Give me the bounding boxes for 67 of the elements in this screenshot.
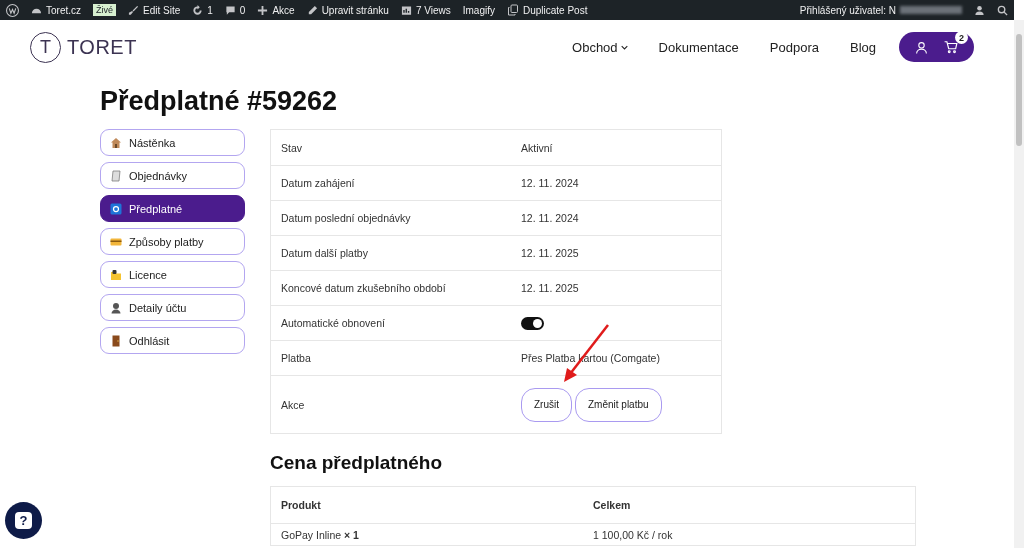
row-label: Datum další platby xyxy=(280,247,369,259)
row-value: 12. 11. 2025 xyxy=(521,247,579,259)
row-value: Aktivní xyxy=(521,141,553,154)
row-label: Akce xyxy=(280,398,306,411)
chart-icon xyxy=(400,4,412,16)
section-heading: Cena předplatného xyxy=(270,452,444,474)
house-icon xyxy=(110,136,122,149)
plus-icon xyxy=(257,4,269,16)
account-menu-item[interactable]: Objednávky xyxy=(100,162,245,189)
person-icon xyxy=(110,301,122,314)
refresh-icon xyxy=(192,4,204,16)
row-value: 12. 11. 2025 xyxy=(521,282,579,294)
account-menu-item[interactable]: Licence xyxy=(100,261,245,288)
action-button[interactable]: Zrušit xyxy=(521,387,572,422)
cart-icon[interactable] xyxy=(944,40,958,54)
pencil-icon xyxy=(306,4,318,16)
admin-bar-link[interactable]: Edit Site xyxy=(143,4,181,16)
door-icon xyxy=(110,334,122,347)
admin-bar-link[interactable]: Toret.cz xyxy=(46,4,81,16)
row-label: Datum zahájení xyxy=(280,177,356,189)
nav-link[interactable]: Obchod xyxy=(572,39,628,55)
logo-text[interactable]: TORET xyxy=(67,35,137,59)
account-menu-item[interactable]: Nástěnka xyxy=(100,129,245,156)
live-badge: Živé xyxy=(93,4,117,16)
admin-bar-link[interactable]: Akce xyxy=(272,4,295,16)
folder-icon xyxy=(110,268,122,281)
nav-link[interactable]: Blog xyxy=(849,39,876,55)
row-label: Automatické obnovení xyxy=(280,317,386,329)
admin-bar-link[interactable]: Duplicate Post xyxy=(522,4,588,16)
logged-in-user[interactable]: Přihlášený uživatel: N xyxy=(799,4,896,16)
search-icon[interactable] xyxy=(997,4,1008,16)
admin-bar-link[interactable]: Upravit stránku xyxy=(321,4,389,16)
cart-count: 2 xyxy=(955,31,968,44)
blurred-username xyxy=(900,6,962,14)
user-icon[interactable] xyxy=(915,40,928,54)
row-label: Datum poslední objednávky xyxy=(280,212,412,224)
refresh-icon xyxy=(110,202,122,215)
help-button[interactable]: ? xyxy=(5,502,42,539)
admin-bar-link[interactable]: 0 xyxy=(239,4,246,16)
row-value: 12. 11. 2024 xyxy=(521,177,579,189)
page-title: Předplatné #59262 xyxy=(100,86,339,117)
action-button[interactable]: Změnit platbu xyxy=(575,387,662,422)
account-menu-item[interactable]: Způsoby platby xyxy=(100,228,245,255)
nav-link[interactable]: Podpora xyxy=(769,39,819,55)
table-cell-text: 1 100,00 Kč / rok xyxy=(592,528,674,541)
column-header: Celkem xyxy=(592,499,632,511)
row-label: Platba xyxy=(280,352,312,364)
brush-icon xyxy=(128,4,140,16)
scrollbar[interactable] xyxy=(1014,20,1024,548)
row-value: 12. 11. 2024 xyxy=(521,212,579,224)
account-menu-item[interactable]: Odhlásit xyxy=(100,327,245,354)
comment-icon xyxy=(224,4,236,16)
row-label: Stav xyxy=(280,141,303,154)
table-cell-text: GoPay Inline × 1 xyxy=(280,528,360,541)
wordpress-icon[interactable] xyxy=(6,3,19,17)
admin-bar-link[interactable]: 1 xyxy=(207,4,213,16)
user-icon[interactable] xyxy=(974,4,985,16)
account-menu-item[interactable]: Detaily účtu xyxy=(100,294,245,321)
account-menu-item[interactable]: Předplatné xyxy=(100,195,245,222)
nav-link[interactable]: Dokumentace xyxy=(658,39,739,55)
admin-bar-link[interactable]: Imagify xyxy=(462,4,495,16)
column-header: Produkt xyxy=(280,499,322,511)
row-label: Koncové datum zkušebního období xyxy=(280,282,447,294)
admin-bar-link[interactable]: 7 Views xyxy=(415,4,451,16)
toggle-switch[interactable] xyxy=(521,316,544,330)
copy-icon xyxy=(506,4,519,16)
scroll-icon xyxy=(110,169,122,182)
